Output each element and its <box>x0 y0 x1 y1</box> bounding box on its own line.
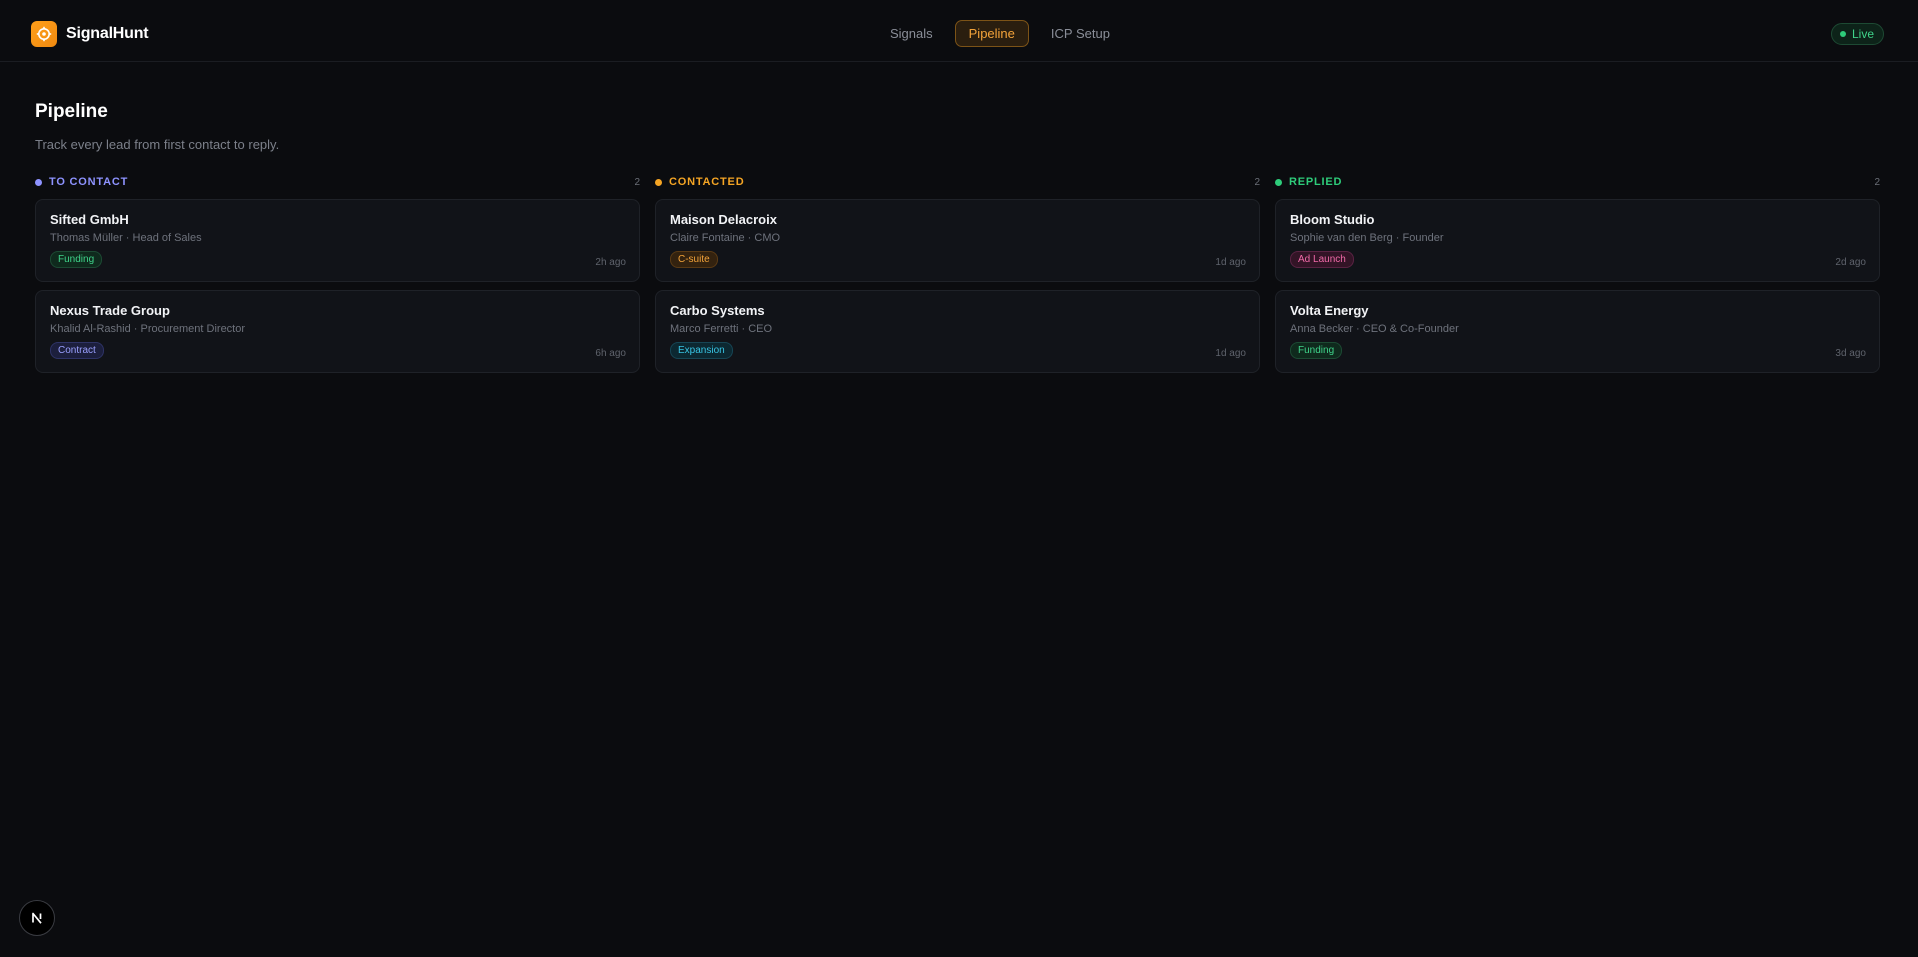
lead-timestamp: 2d ago <box>1835 257 1866 268</box>
signal-tag: Ad Launch <box>1290 251 1354 268</box>
lead-contact: Anna Becker · CEO & Co-Founder <box>1290 323 1459 335</box>
lead-company: Volta Energy <box>1290 303 1369 318</box>
lead-contact: Thomas Müller · Head of Sales <box>50 232 202 244</box>
lead-timestamp: 1d ago <box>1215 348 1246 359</box>
lead-contact: Sophie van den Berg · Founder <box>1290 232 1444 244</box>
lead-timestamp: 1d ago <box>1215 257 1246 268</box>
column-title: REPLIED <box>1289 176 1343 188</box>
column-header: TO CONTACT 2 <box>35 175 640 189</box>
nextjs-logo-icon[interactable] <box>19 900 55 936</box>
brand[interactable]: SignalHunt <box>31 21 149 47</box>
live-status-label: Live <box>1851 27 1874 41</box>
lead-company: Sifted GmbH <box>50 212 129 227</box>
tab-pipeline[interactable]: Pipeline <box>954 20 1029 47</box>
status-dot-icon <box>655 178 662 186</box>
lead-contact: Marco Ferretti · CEO <box>670 323 773 335</box>
pipeline-board: TO CONTACT 2 Sifted GmbH Thomas Müller ·… <box>35 175 1880 381</box>
tab-icp-setup[interactable]: ICP Setup <box>1037 20 1124 47</box>
signal-tag: Contract <box>50 342 104 359</box>
app-name: SignalHunt <box>66 25 149 42</box>
signal-tag: C-suite <box>670 251 718 268</box>
lead-contact: Claire Fontaine · CMO <box>670 232 781 244</box>
status-dot-icon <box>1275 178 1282 186</box>
lead-company: Maison Delacroix <box>670 212 777 227</box>
top-bar: SignalHunt Signals Pipeline ICP Setup Li… <box>0 0 1918 62</box>
column-count: 2 <box>634 176 640 188</box>
lead-company: Bloom Studio <box>1290 212 1375 227</box>
live-status-badge: Live <box>1830 23 1884 45</box>
main-nav: Signals Pipeline ICP Setup <box>876 20 1124 47</box>
signal-tag: Funding <box>1290 342 1343 359</box>
column-replied: REPLIED 2 Bloom Studio Sophie van den Be… <box>1275 175 1880 381</box>
status-dot-icon <box>35 178 42 186</box>
signal-tag: Funding <box>50 251 103 268</box>
column-header: CONTACTED 2 <box>655 175 1260 189</box>
lead-timestamp: 3d ago <box>1835 348 1866 359</box>
signal-tag: Expansion <box>670 342 733 359</box>
lead-contact: Khalid Al-Rashid · Procurement Director <box>50 323 246 335</box>
signal-target-icon <box>31 21 57 47</box>
lead-card[interactable]: Carbo Systems Marco Ferretti · CEO Expan… <box>655 290 1260 373</box>
column-count: 2 <box>1874 176 1880 188</box>
page-title: Pipeline <box>35 101 108 122</box>
column-title: TO CONTACT <box>49 176 129 188</box>
column-title: CONTACTED <box>669 176 745 188</box>
lead-company: Nexus Trade Group <box>50 303 170 318</box>
column-header: REPLIED 2 <box>1275 175 1880 189</box>
lead-card[interactable]: Sifted GmbH Thomas Müller · Head of Sale… <box>35 199 640 282</box>
page-subtitle: Track every lead from first contact to r… <box>35 137 280 152</box>
live-dot-icon <box>1839 31 1846 37</box>
lead-card[interactable]: Nexus Trade Group Khalid Al-Rashid · Pro… <box>35 290 640 373</box>
lead-company: Carbo Systems <box>670 303 765 318</box>
tab-signals[interactable]: Signals <box>876 20 947 47</box>
lead-card[interactable]: Maison Delacroix Claire Fontaine · CMO C… <box>655 199 1260 282</box>
lead-timestamp: 6h ago <box>595 348 626 359</box>
column-count: 2 <box>1254 176 1260 188</box>
lead-card[interactable]: Volta Energy Anna Becker · CEO & Co-Foun… <box>1275 290 1880 373</box>
lead-timestamp: 2h ago <box>595 257 626 268</box>
column-contacted: CONTACTED 2 Maison Delacroix Claire Font… <box>655 175 1260 381</box>
lead-card[interactable]: Bloom Studio Sophie van den Berg · Found… <box>1275 199 1880 282</box>
column-to-contact: TO CONTACT 2 Sifted GmbH Thomas Müller ·… <box>35 175 640 381</box>
